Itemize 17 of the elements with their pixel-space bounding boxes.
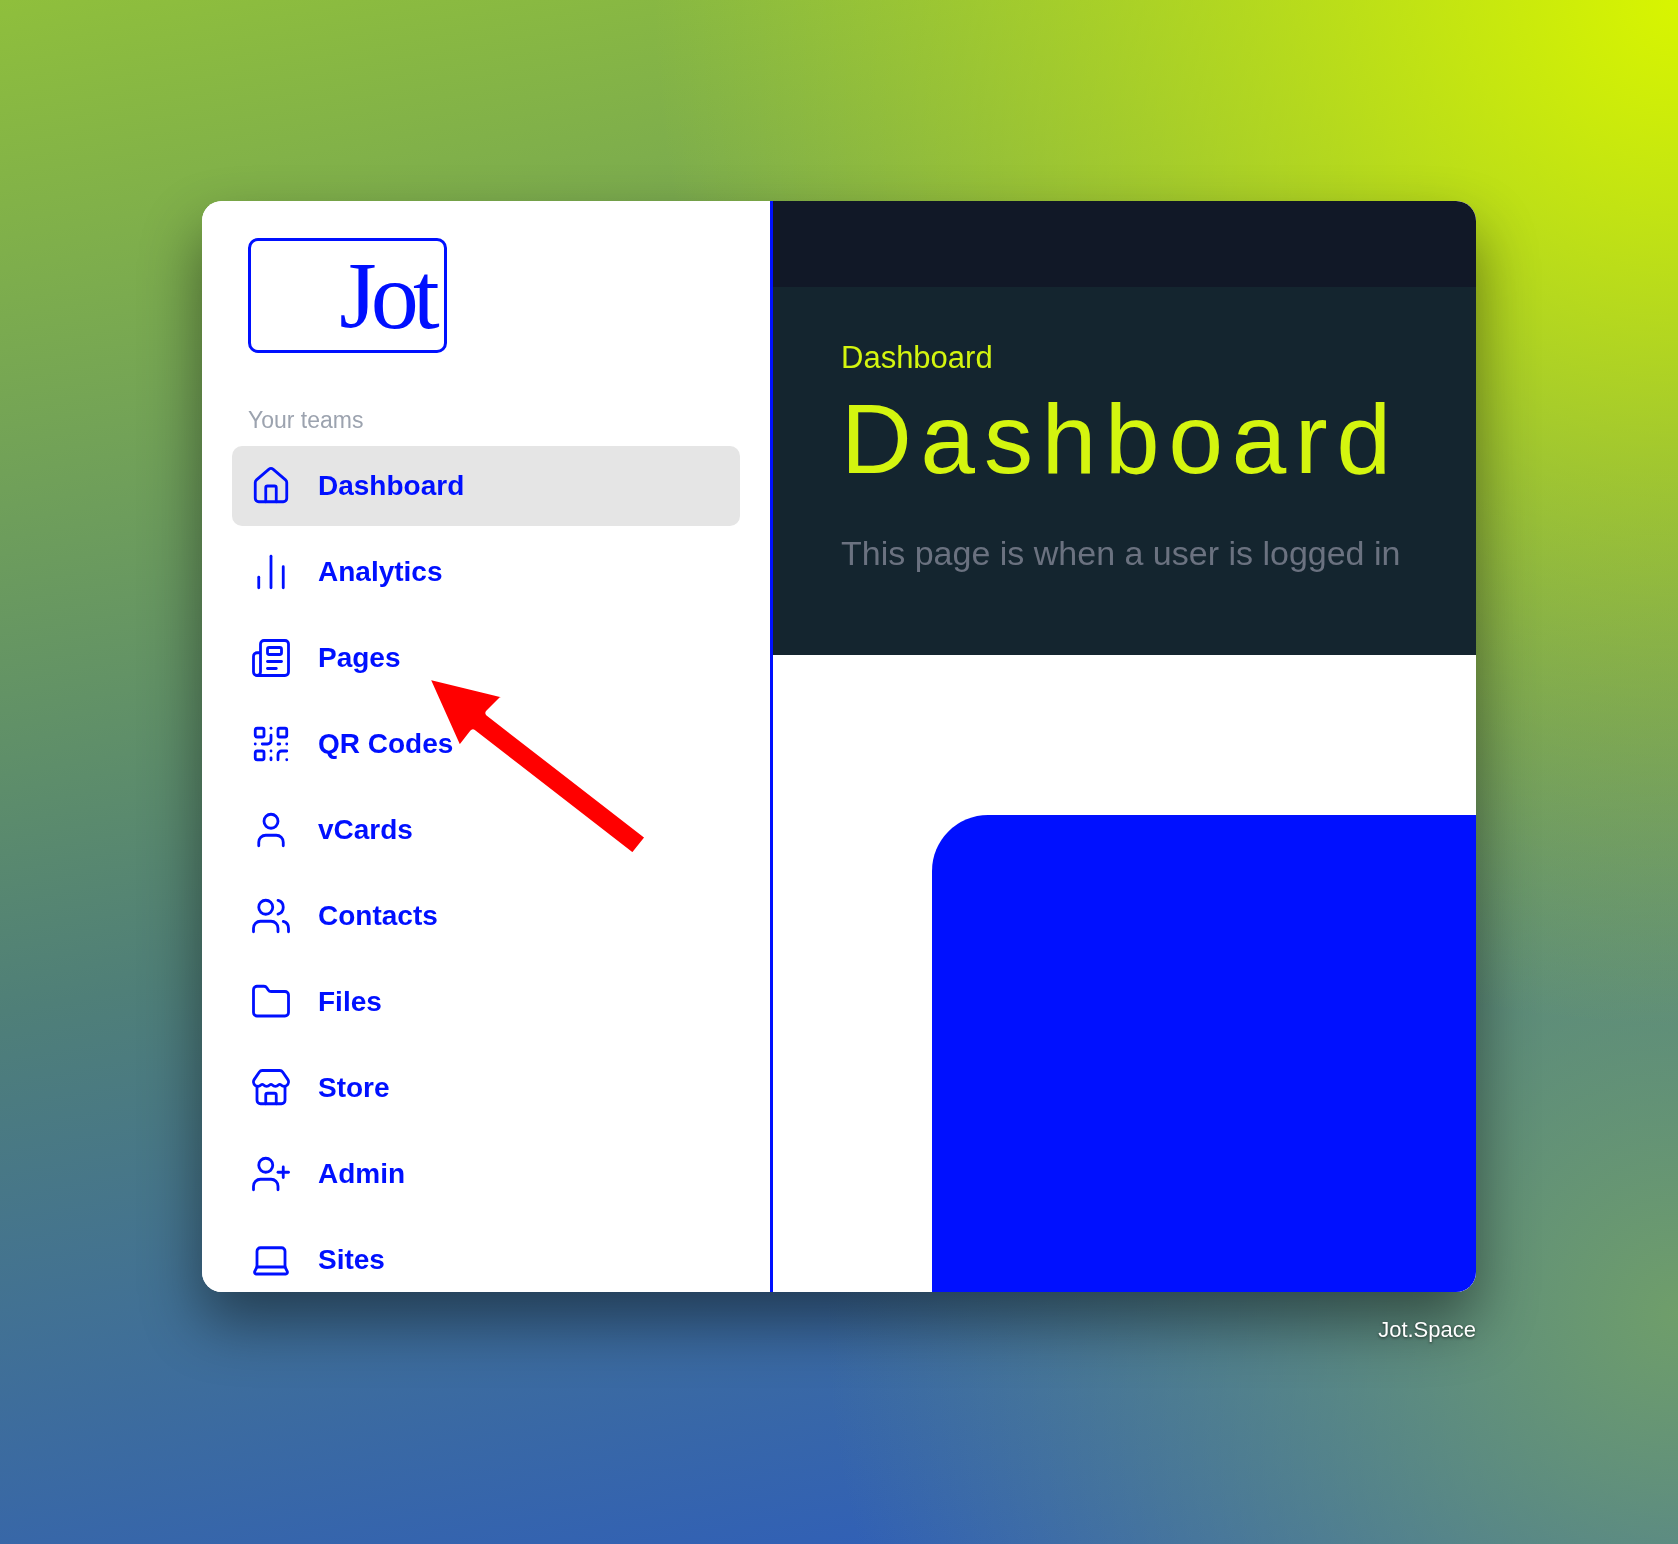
sidebar-item[interactable]: Admin	[232, 1133, 740, 1214]
sidebar-item[interactable]: Dashboard	[232, 445, 740, 526]
page-title: Dashboard	[841, 389, 1400, 488]
sidebar-item[interactable]: Contacts	[232, 875, 740, 956]
page-subtitle: This page is when a user is logged in	[841, 532, 1401, 574]
newspaper-icon	[250, 636, 292, 679]
sidebar-item[interactable]: vCards	[232, 789, 740, 870]
logo[interactable]: Jot	[248, 238, 447, 353]
sidebar-item[interactable]: Analytics	[232, 531, 740, 612]
sidebar-item[interactable]: QR Codes	[232, 703, 740, 784]
sidebar-item[interactable]: Sites	[232, 1219, 740, 1292]
sidebar-item[interactable]: Store	[232, 1047, 740, 1128]
sidebar-item[interactable]: Files	[232, 961, 740, 1042]
breadcrumb: Dashboard	[841, 339, 993, 377]
sidebar-item[interactable]: Pages	[232, 617, 740, 698]
caption: Jot.Space	[1378, 1316, 1476, 1344]
section-label: Your teams	[248, 406, 365, 435]
